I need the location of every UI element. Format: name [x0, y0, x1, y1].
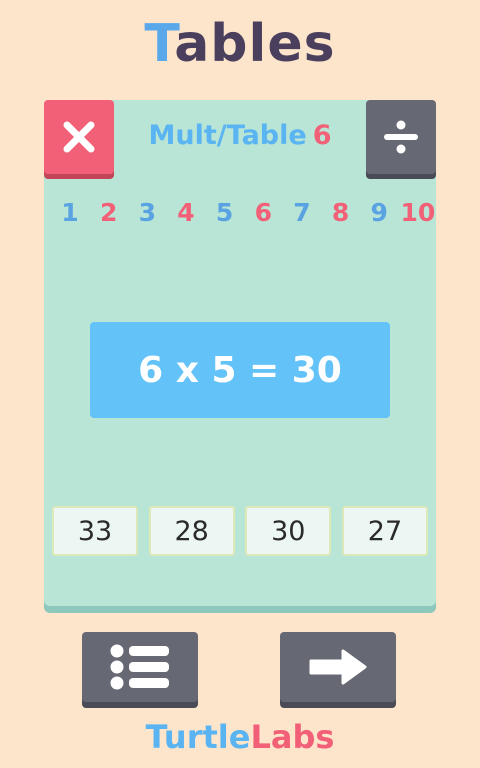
answer-option-3[interactable]: 30: [245, 506, 332, 556]
table-list-button[interactable]: [82, 632, 198, 702]
answer-option-1[interactable]: 33: [52, 506, 138, 556]
table-number-9[interactable]: 9: [361, 198, 397, 227]
equation-display: 6 x 5 = 30: [90, 322, 390, 418]
brand-second-word: Labs: [250, 718, 335, 756]
table-number-6[interactable]: 6: [245, 198, 281, 227]
divide-mode-button[interactable]: [366, 100, 436, 174]
table-number-2[interactable]: 2: [91, 198, 127, 227]
answer-option-4[interactable]: 27: [341, 506, 428, 556]
next-button[interactable]: [280, 632, 396, 702]
table-number-3[interactable]: 3: [129, 198, 165, 227]
table-header-label: Mult/Table: [148, 120, 307, 151]
answer-option-2[interactable]: 28: [148, 506, 235, 556]
list-icon: [110, 644, 169, 690]
app-title-first-letter: T: [144, 14, 175, 74]
table-header-number: 6: [312, 120, 332, 151]
table-header: Mult/Table 6: [114, 120, 366, 151]
table-card: Mult/Table 6 1 2 3 4 5 6 7 8 9 10 6 x 5 =…: [44, 100, 436, 606]
table-number-4[interactable]: 4: [168, 198, 204, 227]
developer-brand: TurtleLabs: [0, 718, 480, 756]
table-number-5[interactable]: 5: [207, 198, 243, 227]
app-title-rest: ables: [174, 14, 336, 74]
table-number-7[interactable]: 7: [284, 198, 320, 227]
arrow-right-icon: [309, 649, 367, 685]
table-number-1[interactable]: 1: [52, 198, 88, 227]
table-number-selector: 1 2 3 4 5 6 7 8 9 10: [52, 198, 436, 227]
table-number-10[interactable]: 10: [400, 198, 436, 227]
answer-options: 33 28 30 27: [52, 506, 428, 556]
divide-icon: [384, 120, 418, 154]
brand-first-word: Turtle: [145, 718, 251, 756]
multiply-icon: [63, 121, 95, 153]
app-title: Tables: [0, 14, 480, 74]
table-number-8[interactable]: 8: [323, 198, 359, 227]
multiply-mode-button[interactable]: [44, 100, 114, 174]
